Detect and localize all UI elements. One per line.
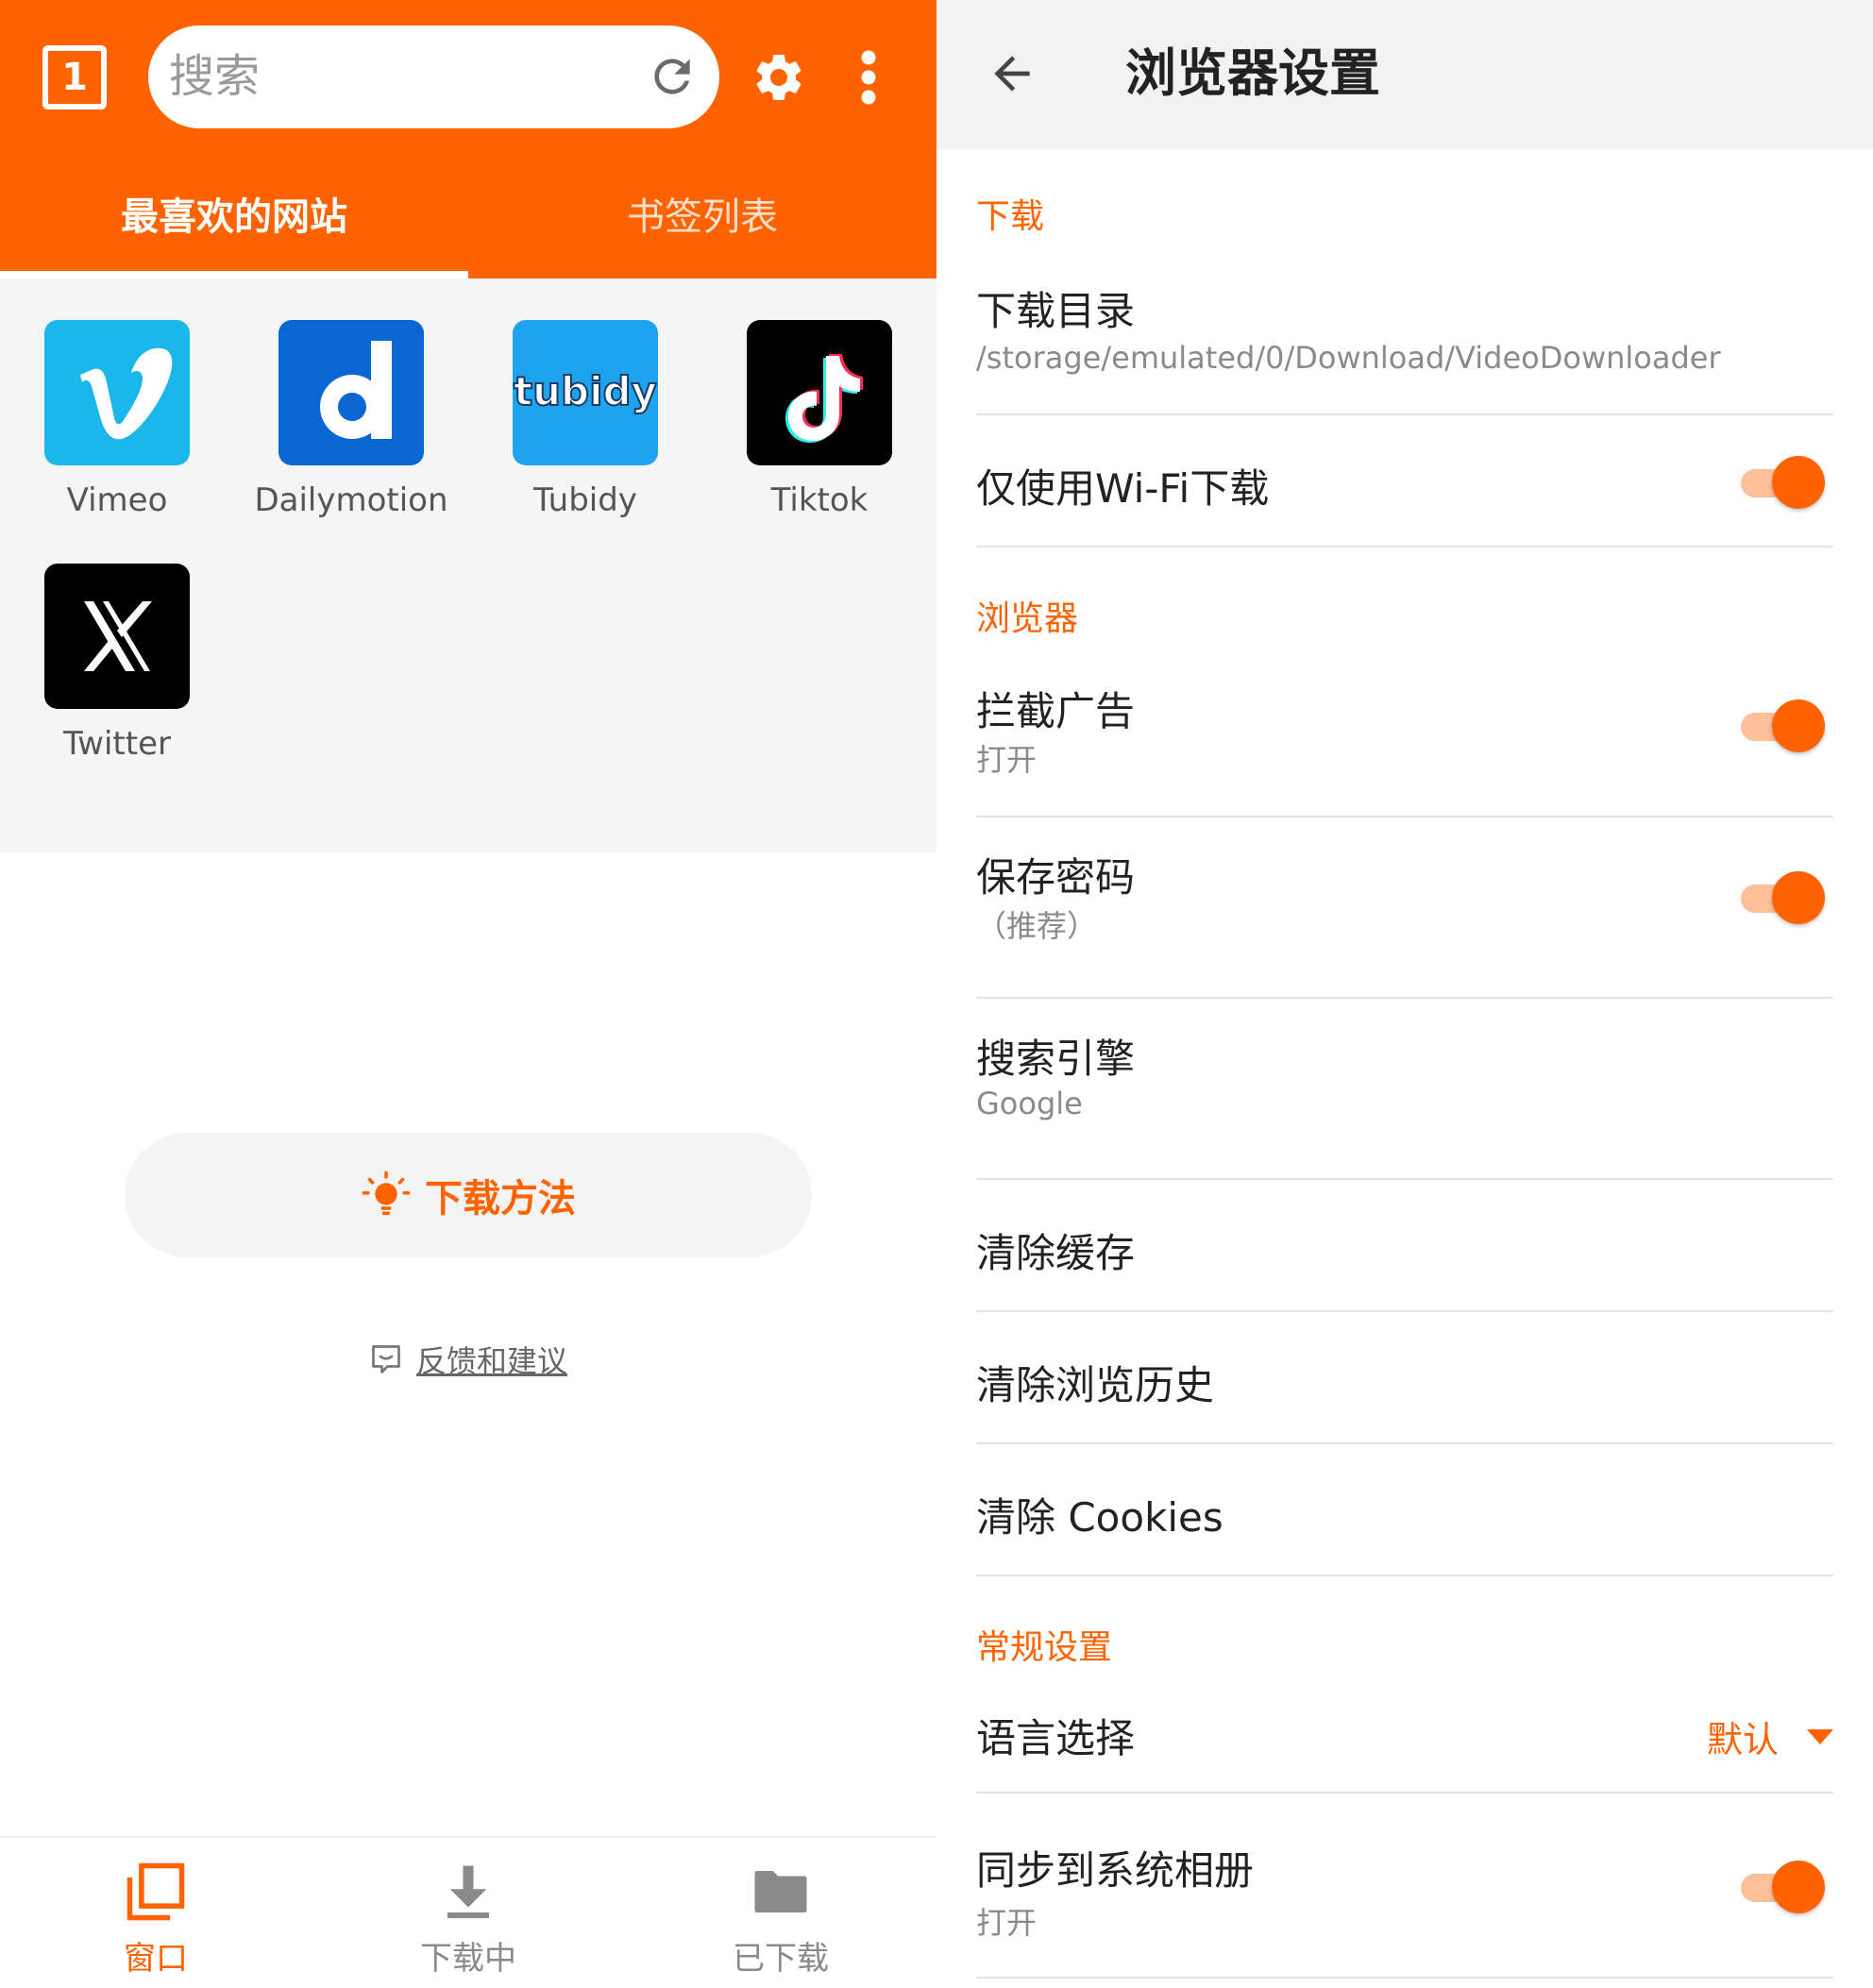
feedback-icon [372, 1345, 400, 1373]
site-dailymotion[interactable]: Dailymotion [234, 278, 468, 519]
setting-subtitle: 打开 [976, 1905, 1038, 1941]
setting-title: 清除缓存 [976, 1230, 1136, 1276]
save-password-toggle[interactable] [1741, 868, 1825, 927]
setting-title: 清除 Cookies [976, 1494, 1223, 1541]
folder-icon [754, 1871, 807, 1912]
setting-language[interactable]: 语言选择 默认 [976, 1690, 1833, 1794]
bottom-navigation: 窗口 下载中 已下载 [0, 1836, 936, 1988]
nav-downloading[interactable]: 下载中 [312, 1838, 624, 1988]
setting-wifi-only[interactable]: 仅使用Wi-Fi下载 [976, 415, 1833, 548]
tubidy-logo-icon: tubidy [513, 320, 658, 465]
setting-block-ads[interactable]: 拦截广告 打开 [976, 661, 1833, 817]
setting-subtitle: （推荐） [976, 908, 1098, 944]
section-header-browser: 浏览器 [976, 599, 1079, 638]
setting-title: 清除浏览历史 [976, 1362, 1215, 1408]
search-input[interactable]: 搜索 [169, 25, 260, 128]
block-ads-toggle[interactable] [1741, 697, 1825, 755]
browser-home-panel: 1 搜索 最喜欢的网站 书签列表 Vimeo Dailymotion tubid… [0, 0, 936, 1988]
search-bar[interactable]: 搜索 [148, 25, 719, 128]
page-title: 浏览器设置 [1125, 43, 1380, 103]
home-header: 1 搜索 最喜欢的网站 书签列表 [0, 0, 936, 278]
svg-text:tubidy: tubidy [514, 368, 657, 414]
gear-icon[interactable] [751, 49, 807, 106]
dailymotion-logo-icon [278, 320, 424, 465]
tiktok-logo-icon [747, 320, 892, 465]
nav-label: 已下载 [733, 1940, 829, 1978]
site-label: Tubidy [533, 481, 637, 519]
language-dropdown[interactable]: 默认 [1707, 1710, 1833, 1762]
setting-clear-cookies[interactable]: 清除 Cookies [976, 1444, 1833, 1576]
tab-favorite-sites[interactable]: 最喜欢的网站 [0, 184, 468, 250]
language-value: 默认 [1706, 1719, 1779, 1761]
setting-title: 同步到系统相册 [976, 1847, 1255, 1894]
download-icon [447, 1865, 489, 1919]
setting-title: 仅使用Wi-Fi下载 [976, 465, 1270, 512]
setting-subtitle: /storage/emulated/0/Download/VideoDownlo… [976, 340, 1721, 376]
site-label: Tiktok [770, 481, 869, 519]
site-tiktok[interactable]: Tiktok [702, 278, 936, 519]
site-tubidy[interactable]: tubidy Tubidy [468, 278, 702, 519]
settings-header: 浏览器设置 [936, 0, 1873, 149]
download-howto-button[interactable]: 下载方法 [125, 1133, 812, 1257]
active-tab-indicator [0, 271, 468, 278]
feedback-label: 反馈和建议 [415, 1343, 567, 1379]
nav-windows[interactable]: 窗口 [0, 1838, 312, 1988]
setting-subtitle: Google [976, 1086, 1083, 1121]
site-twitter[interactable]: Twitter [0, 522, 234, 763]
setting-sync-album[interactable]: 同步到系统相册 打开 [976, 1794, 1833, 1979]
back-arrow-icon[interactable] [986, 47, 1038, 100]
setting-save-password[interactable]: 保存密码 （推荐） [976, 817, 1833, 999]
setting-title: 语言选择 [976, 1715, 1136, 1761]
setting-title: 搜索引擎 [976, 1036, 1136, 1082]
favorite-sites-grid: Vimeo Dailymotion tubidy Tubidy Tiktok T… [0, 278, 936, 852]
nav-downloaded[interactable]: 已下载 [625, 1838, 936, 1988]
feedback-link[interactable]: 反馈和建议 [0, 1331, 936, 1388]
sync-album-toggle[interactable] [1741, 1858, 1825, 1916]
windows-icon [127, 1862, 185, 1921]
section-header-general: 常规设置 [976, 1628, 1113, 1667]
setting-title: 保存密码 [976, 854, 1136, 901]
site-label: Dailymotion [254, 481, 448, 519]
howto-label: 下载方法 [425, 1177, 576, 1221]
reload-icon[interactable] [646, 50, 699, 103]
section-header-download: 下载 [976, 197, 1045, 236]
setting-download-directory[interactable]: 下载目录 /storage/emulated/0/Download/VideoD… [976, 264, 1833, 415]
setting-clear-history[interactable]: 清除浏览历史 [976, 1312, 1833, 1444]
setting-title: 下载目录 [976, 288, 1136, 334]
setting-title: 拦截广告 [976, 688, 1136, 734]
lightbulb-icon [362, 1171, 411, 1216]
site-vimeo[interactable]: Vimeo [0, 278, 234, 519]
vimeo-logo-icon [44, 320, 190, 465]
setting-clear-cache[interactable]: 清除缓存 [976, 1180, 1833, 1312]
more-vertical-icon[interactable] [852, 49, 886, 106]
dropdown-arrow-icon [1807, 1728, 1833, 1744]
x-logo-icon [44, 564, 190, 709]
site-label: Vimeo [66, 481, 168, 519]
setting-subtitle: 打开 [976, 742, 1038, 778]
wifi-only-toggle[interactable] [1741, 453, 1825, 512]
tab-bookmarks[interactable]: 书签列表 [468, 184, 936, 250]
site-label: Twitter [63, 725, 171, 763]
nav-label: 窗口 [124, 1940, 188, 1978]
tab-counter-button[interactable]: 1 [42, 45, 107, 110]
nav-label: 下载中 [420, 1940, 516, 1978]
setting-search-engine[interactable]: 搜索引擎 Google [976, 999, 1833, 1180]
browser-settings-panel: 浏览器设置 下载 下载目录 /storage/emulated/0/Downlo… [936, 0, 1873, 1988]
